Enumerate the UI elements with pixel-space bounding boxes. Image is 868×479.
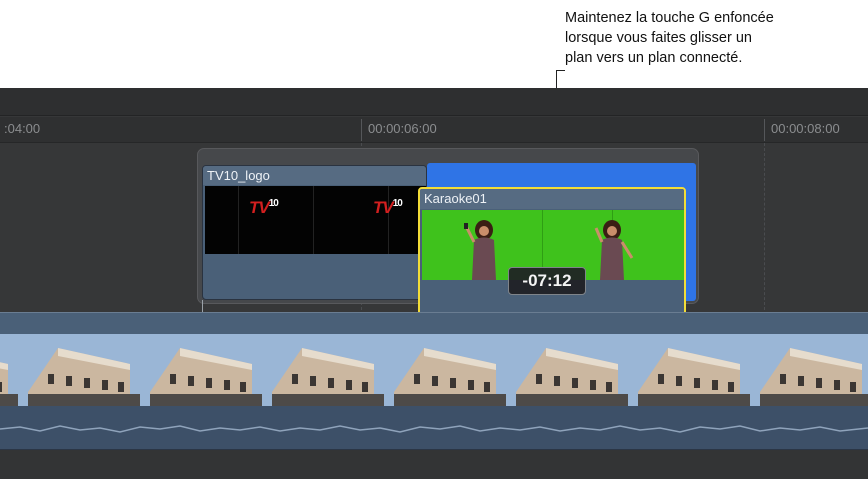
drag-duration-tooltip: -07:12 bbox=[508, 267, 586, 295]
logo-text: TV bbox=[373, 198, 394, 217]
callout-leader-tick bbox=[556, 70, 565, 71]
building-thumbnail bbox=[750, 334, 868, 406]
clip-title-bar: Karaoke01 bbox=[420, 189, 684, 209]
building-thumbnail bbox=[140, 334, 262, 406]
timeline[interactable]: :04:00 00:00:06:00 00:00:08:00 TV10_logo… bbox=[0, 88, 868, 479]
clip-title-tv10-logo: TV10_logo bbox=[207, 168, 270, 183]
callout-line-2: lorsque vous faites glisser un bbox=[565, 30, 752, 46]
logo-text: TV bbox=[249, 198, 270, 217]
tv10-logo-thumbnail: TV10 bbox=[249, 198, 279, 218]
building-thumbnail bbox=[0, 334, 18, 406]
building-thumbnail bbox=[628, 334, 750, 406]
singer-thumbnail bbox=[464, 220, 496, 280]
building-thumbnail bbox=[18, 334, 140, 406]
ruler-tick-8s bbox=[764, 119, 765, 141]
ruler-label-4s: :04:00 bbox=[4, 121, 41, 136]
clip-title-karaoke01: Karaoke01 bbox=[424, 191, 487, 206]
timeline-ruler[interactable]: :04:00 00:00:06:00 00:00:08:00 bbox=[0, 117, 868, 143]
logo-number: 10 bbox=[268, 198, 279, 209]
ruler-label-6s: 00:00:06:00 bbox=[368, 121, 437, 136]
audio-waveform bbox=[0, 425, 868, 433]
audio-waveform-lane[interactable] bbox=[0, 406, 868, 450]
timeline-header-bar bbox=[0, 88, 868, 116]
tv10-logo-thumbnail: TV10 bbox=[373, 198, 403, 218]
building-thumbnail bbox=[384, 334, 506, 406]
building-thumbnail bbox=[506, 334, 628, 406]
clip-thumbnails: TV10 TV10 bbox=[205, 186, 426, 254]
callout-line-3: plan vers un plan connecté. bbox=[565, 50, 743, 66]
clip-title-bar: TV10_logo bbox=[203, 166, 426, 185]
ruler-label-8s: 00:00:08:00 bbox=[771, 121, 840, 136]
logo-number: 10 bbox=[392, 198, 403, 209]
frame-divider bbox=[238, 186, 239, 254]
ruler-tick-6s bbox=[361, 119, 362, 141]
frame-divider bbox=[313, 186, 314, 254]
primary-clip-title-bar[interactable] bbox=[0, 312, 868, 334]
timeline-empty-area[interactable] bbox=[0, 450, 868, 479]
callout-text: Maintenez la touche G enfoncée lorsque v… bbox=[565, 8, 865, 68]
frame-divider bbox=[388, 186, 389, 254]
building-thumbnail bbox=[262, 334, 384, 406]
clip-tv10-logo[interactable]: TV10_logo TV10 TV10 bbox=[202, 165, 427, 300]
singer-thumbnail bbox=[594, 220, 634, 280]
clip-karaoke01[interactable]: Karaoke01 bbox=[418, 187, 686, 322]
callout-line-1: Maintenez la touche G enfoncée bbox=[565, 10, 774, 26]
primary-clip-thumbnails[interactable] bbox=[0, 334, 868, 406]
